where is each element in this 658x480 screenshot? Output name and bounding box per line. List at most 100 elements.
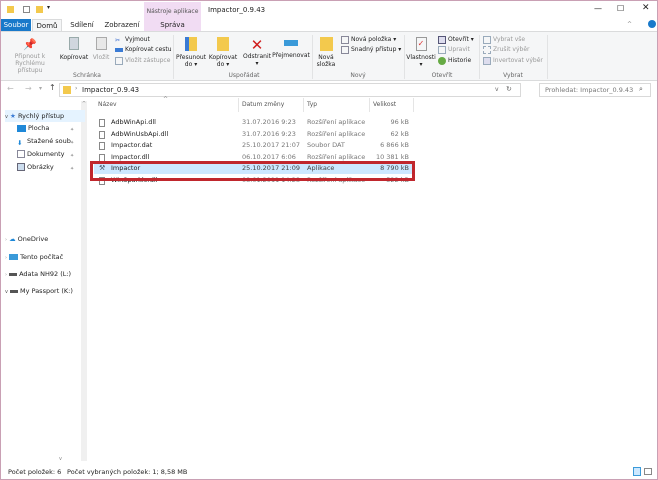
pin-button[interactable]: 📌 Připnout k Rychlému přístupu bbox=[3, 37, 57, 74]
tab-domu[interactable]: Domů bbox=[32, 19, 62, 31]
divider bbox=[369, 98, 370, 112]
file-type: Rozšíření aplikace bbox=[307, 129, 366, 138]
file-row[interactable]: Impactor.dat 25.10.2017 21:07 Soubor DAT 6 … bbox=[94, 140, 414, 151]
recent-locations-button[interactable]: ▾ bbox=[39, 85, 42, 92]
new-folder-button[interactable]: Nová složka bbox=[313, 37, 339, 68]
large-icons-view-button[interactable] bbox=[644, 468, 652, 475]
paste-button[interactable]: Vložit bbox=[90, 37, 112, 61]
search-input[interactable]: Prohledat: Impactor_0.9.43 ⌕ bbox=[539, 83, 651, 97]
copy-path-icon bbox=[115, 47, 123, 52]
file-row[interactable]: AdbWinUsbApi.dll 31.07.2016 9:23 Rozšíření… bbox=[94, 129, 414, 140]
address-bar[interactable]: › Impactor_0.9.43 v ↻ bbox=[59, 83, 521, 97]
file-row[interactable]: AdbWinApi.dll 31.07.2016 9:23 Rozšíření ap… bbox=[94, 117, 414, 128]
pictures-icon bbox=[17, 163, 25, 171]
file-name: Impactor.dat bbox=[111, 141, 153, 150]
breadcrumb-current[interactable]: Impactor_0.9.43 bbox=[82, 86, 139, 94]
rename-icon bbox=[284, 40, 298, 46]
properties-button[interactable]: ✓ Vlastnosti ▾ bbox=[406, 37, 436, 68]
customize-toolbar-icon[interactable]: ▾ bbox=[47, 4, 50, 11]
column-header-type[interactable]: Typ bbox=[307, 101, 317, 108]
back-button[interactable]: ← bbox=[7, 84, 14, 93]
select-all-button[interactable]: Vybrat vše bbox=[483, 35, 525, 44]
nav-onedrive[interactable]: › ☁ OneDrive bbox=[5, 233, 48, 245]
divider bbox=[303, 98, 304, 112]
tab-sprava[interactable]: Správa bbox=[144, 19, 201, 31]
file-size: 62 kB bbox=[390, 129, 409, 138]
file-type: Rozšíření aplikace bbox=[307, 118, 366, 126]
file-size: 6 866 kB bbox=[380, 141, 409, 150]
history-button[interactable]: Historie bbox=[438, 56, 471, 65]
address-dropdown-icon[interactable]: v bbox=[495, 86, 499, 93]
folder-icon bbox=[7, 6, 14, 13]
invert-selection-button[interactable]: Invertovat výběr bbox=[483, 56, 543, 65]
nav-this-pc[interactable]: › Tento počítač bbox=[5, 251, 63, 263]
drive-icon bbox=[10, 289, 19, 293]
scroll-down-icon[interactable]: v bbox=[59, 456, 62, 462]
file-type: Soubor DAT bbox=[307, 141, 345, 150]
minimize-button[interactable]: — bbox=[594, 4, 602, 13]
nav-item-plocha[interactable]: Plocha bbox=[17, 122, 49, 134]
copy-button[interactable]: Kopírovat bbox=[59, 37, 89, 61]
new-folder-icon bbox=[319, 37, 333, 51]
refresh-icon[interactable]: ↻ bbox=[506, 85, 512, 93]
folder-icon bbox=[63, 86, 71, 94]
nav-drive-k[interactable]: v My Passport (K:) bbox=[5, 285, 73, 297]
close-button[interactable]: ✕ bbox=[642, 3, 650, 13]
file-icon bbox=[99, 119, 105, 127]
column-header-name[interactable]: Název bbox=[98, 101, 238, 108]
window-title: Impactor_0.9.43 bbox=[208, 6, 266, 14]
new-folder-quick-icon[interactable] bbox=[36, 6, 43, 13]
collapse-ribbon-icon[interactable]: ^ bbox=[627, 21, 632, 28]
select-all-icon bbox=[483, 35, 491, 44]
divider bbox=[413, 98, 414, 112]
edit-button[interactable]: Upravit bbox=[438, 45, 470, 54]
paste-icon bbox=[95, 37, 107, 50]
details-view-button[interactable] bbox=[633, 467, 641, 476]
scroll-up-icon[interactable]: ^ bbox=[81, 101, 87, 107]
nav-item-obrazky[interactable]: Obrázky bbox=[17, 161, 54, 173]
properties-icon: ✓ bbox=[415, 37, 427, 51]
tab-zobrazeni[interactable]: Zobrazení bbox=[101, 19, 143, 31]
title-bar: ▾ Nástroje aplikace Impactor_0.9.43 — ☐ … bbox=[1, 1, 657, 31]
open-button[interactable]: Otevřít ▾ bbox=[438, 35, 474, 44]
cut-button[interactable]: ✂ Vyjmout bbox=[115, 35, 150, 44]
tab-sdileni[interactable]: Sdílení bbox=[67, 19, 97, 31]
nav-quick-access[interactable]: v ★ Rychlý přístup bbox=[5, 110, 85, 122]
new-item-button[interactable]: Nová položka ▾ bbox=[341, 35, 396, 44]
invert-selection-icon bbox=[483, 56, 491, 65]
cloud-icon: ☁ bbox=[9, 235, 16, 243]
up-button[interactable]: ↑ bbox=[49, 83, 56, 92]
tab-soubor[interactable]: Soubor bbox=[1, 19, 31, 31]
rename-button[interactable]: Přejmenovat bbox=[272, 37, 310, 59]
move-to-icon bbox=[185, 37, 197, 51]
nav-drive-l[interactable]: › Adata NH92 (L:) bbox=[5, 268, 71, 280]
star-icon: ★ bbox=[10, 112, 16, 120]
copy-to-button[interactable]: Kopírovat do ▾ bbox=[207, 37, 239, 68]
select-none-button[interactable]: Zrušit výběr bbox=[483, 45, 530, 54]
nav-scrollbar[interactable]: ^ bbox=[81, 101, 87, 461]
status-item-count: Počet položek: 6 bbox=[8, 468, 62, 476]
explorer-window: ▾ Nástroje aplikace Impactor_0.9.43 — ☐ … bbox=[0, 0, 658, 480]
nav-item-dokumenty[interactable]: Dokumenty bbox=[17, 148, 65, 160]
properties-quick-icon[interactable] bbox=[23, 6, 30, 13]
open-icon bbox=[438, 35, 446, 44]
paste-shortcut-button[interactable]: Vložit zástupce bbox=[115, 56, 170, 65]
help-icon[interactable] bbox=[648, 20, 656, 28]
column-header-date[interactable]: Datum změny bbox=[242, 101, 284, 108]
file-date: 31.07.2016 9:23 bbox=[242, 118, 296, 126]
file-date: 31.07.2016 9:23 bbox=[242, 129, 296, 138]
breadcrumb-separator: › bbox=[75, 85, 78, 92]
delete-button[interactable]: ✕ Odstranit ▾ bbox=[241, 37, 273, 67]
nav-item-stazene[interactable]: ⬇ Stažené soub bbox=[17, 135, 71, 147]
easy-access-button[interactable]: Snadný přístup ▾ bbox=[341, 45, 401, 54]
edit-icon bbox=[438, 45, 446, 54]
copy-path-button[interactable]: Kopírovat cestu bbox=[115, 45, 172, 54]
maximize-button[interactable]: ☐ bbox=[617, 4, 624, 13]
context-tab-label: Nástroje aplikace bbox=[146, 8, 199, 15]
file-icon bbox=[99, 142, 105, 151]
divider bbox=[238, 98, 239, 112]
move-to-button[interactable]: Přesunout do ▾ bbox=[175, 37, 207, 68]
column-header-size[interactable]: Velikost bbox=[373, 101, 396, 108]
drive-icon bbox=[9, 272, 18, 276]
forward-button[interactable]: → bbox=[25, 84, 32, 93]
